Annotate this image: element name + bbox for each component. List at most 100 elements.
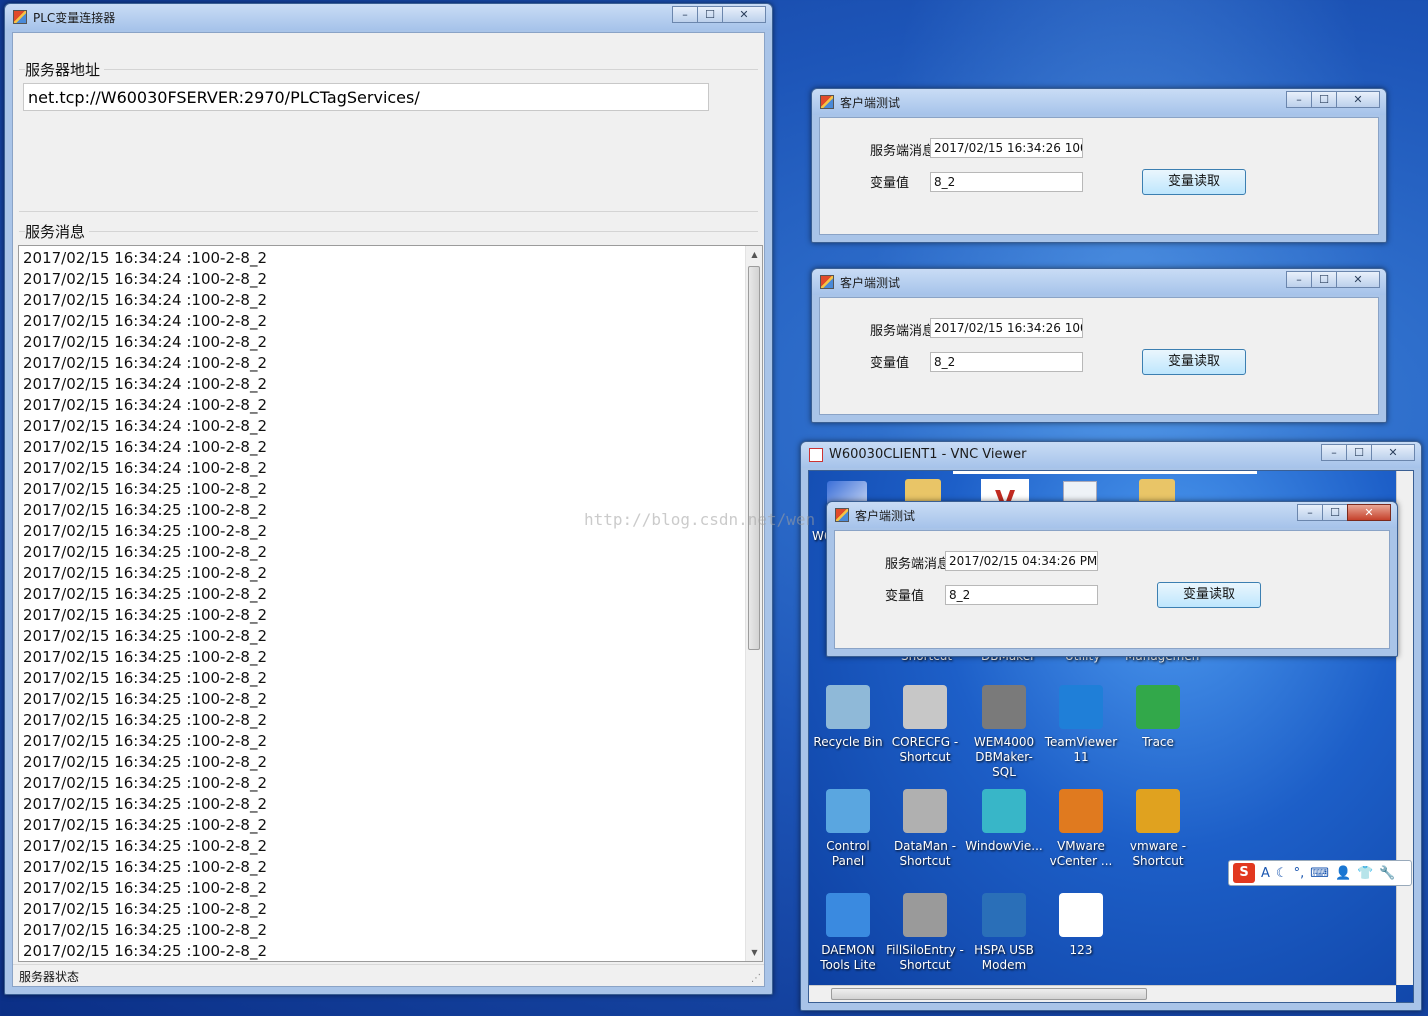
message-row: 2017/02/15 16:34:25 :100-2-8_2 — [23, 585, 267, 603]
close-button[interactable]: ✕ — [1336, 271, 1380, 288]
sogou-logo-icon[interactable]: S — [1233, 863, 1255, 883]
desktop-icon[interactable]: 123 — [1042, 893, 1120, 958]
close-button[interactable]: ✕ — [722, 6, 766, 23]
vmware-icon — [1136, 789, 1180, 833]
desktop-icon[interactable]: vmware - Shortcut — [1119, 789, 1197, 869]
resize-grip-icon[interactable]: ⋰ — [751, 973, 761, 984]
skin-icon[interactable]: 👕 — [1357, 866, 1373, 881]
desktop-icon[interactable]: WEM4000 DBMaker-SQL — [965, 685, 1043, 780]
minimize-button[interactable]: – — [1297, 504, 1323, 521]
client-test-window-1: 客户端测试 – ☐ ✕ 服务端消息 2017/02/15 16:34:26 10… — [811, 88, 1387, 243]
desktop-icon[interactable]: FillSiloEntry - Shortcut — [886, 893, 964, 973]
server-message-field[interactable]: 2017/02/15 16:34:26 100-2-8 — [930, 138, 1083, 158]
address-group-label: 服务器地址 — [25, 59, 105, 80]
read-variable-button[interactable]: 变量读取 — [1157, 582, 1261, 608]
minimize-button[interactable]: – — [1286, 271, 1312, 288]
message-row: 2017/02/15 16:34:24 :100-2-8_2 — [23, 417, 267, 435]
moon-icon[interactable]: ☾ — [1276, 866, 1288, 881]
wem4000-icon — [982, 685, 1026, 729]
keyboard-icon[interactable]: ⌨ — [1310, 866, 1329, 881]
messages-scrollbar[interactable]: ▲ ▼ — [745, 246, 762, 961]
minimize-button[interactable]: – — [1321, 444, 1347, 461]
desktop-icon-label: DAEMON Tools Lite — [820, 943, 876, 972]
desktop-icon[interactable]: TeamViewer 11 — [1042, 685, 1120, 765]
maximize-button[interactable]: ☐ — [1322, 504, 1348, 521]
plc-connector-window: PLC变量连接器 – ☐ ✕ 服务器地址 net.tcp://W60030FSE… — [4, 3, 773, 995]
server-address-input[interactable]: net.tcp://W60030FSERVER:2970/PLCTagServi… — [23, 83, 709, 111]
minimize-button[interactable]: – — [672, 6, 698, 23]
close-button[interactable]: ✕ — [1371, 444, 1415, 461]
message-row: 2017/02/15 16:34:25 :100-2-8_2 — [23, 921, 267, 939]
user-icon[interactable]: 👤 — [1335, 866, 1351, 881]
watermark: http://blog.csdn.net/wen — [584, 510, 816, 529]
messages-group-line — [19, 231, 758, 232]
minimize-button[interactable]: – — [1286, 91, 1312, 108]
variable-value-field[interactable]: 8_2 — [930, 352, 1083, 372]
server-message-field[interactable]: 2017/02/15 04:34:26 PM 100 — [945, 551, 1098, 571]
trace-icon — [1136, 685, 1180, 729]
text-file-icon — [1059, 893, 1103, 937]
message-row: 2017/02/15 16:34:25 :100-2-8_2 — [23, 795, 267, 813]
read-variable-button[interactable]: 变量读取 — [1142, 349, 1246, 375]
desktop-icon[interactable]: DataMan - Shortcut — [886, 789, 964, 869]
app-icon — [820, 95, 834, 109]
message-row: 2017/02/15 16:34:25 :100-2-8_2 — [23, 543, 267, 561]
main-window-title: PLC变量连接器 — [33, 11, 116, 25]
vnc-horizontal-scrollbar[interactable] — [809, 985, 1396, 1002]
message-row: 2017/02/15 16:34:25 :100-2-8_2 — [23, 711, 267, 729]
variable-value-field[interactable]: 8_2 — [930, 172, 1083, 192]
scroll-down-arrow[interactable]: ▼ — [746, 944, 762, 961]
variable-value-label: 变量值 — [885, 589, 925, 604]
message-row: 2017/02/15 16:34:25 :100-2-8_2 — [23, 690, 267, 708]
input-mode-icon[interactable]: A — [1261, 866, 1270, 881]
read-variable-button[interactable]: 变量读取 — [1142, 169, 1246, 195]
corecfg-icon — [903, 685, 947, 729]
maximize-button[interactable]: ☐ — [697, 6, 723, 23]
vnc-vertical-scrollbar[interactable] — [1396, 471, 1413, 985]
maximize-button[interactable]: ☐ — [1311, 271, 1337, 288]
desktop-icon[interactable]: HSPA USB Modem — [965, 893, 1043, 973]
maximize-button[interactable]: ☐ — [1346, 444, 1372, 461]
desktop-icon-label: 123 — [1069, 943, 1093, 957]
message-row: 2017/02/15 16:34:25 :100-2-8_2 — [23, 816, 267, 834]
desktop-icon[interactable]: DAEMON Tools Lite — [809, 893, 887, 973]
message-row: 2017/02/15 16:34:24 :100-2-8_2 — [23, 270, 267, 288]
desktop-icon[interactable]: Control Panel — [809, 789, 887, 869]
ime-toolbar[interactable]: S A ☾ °, ⌨ 👤 👕 🔧 — [1228, 860, 1412, 886]
desktop-icon[interactable]: WindowVie... — [965, 789, 1043, 854]
desktop-icon[interactable]: Recycle Bin — [809, 685, 887, 750]
maximize-button[interactable]: ☐ — [1311, 91, 1337, 108]
wrench-icon[interactable]: 🔧 — [1379, 866, 1395, 881]
message-row: 2017/02/15 16:34:25 :100-2-8_2 — [23, 732, 267, 750]
main-titlebar[interactable]: PLC变量连接器 – ☐ ✕ — [5, 4, 772, 30]
desktop-icon-label: VMware vCenter ... — [1049, 839, 1113, 868]
control-panel-icon — [826, 789, 870, 833]
scroll-up-arrow[interactable]: ▲ — [746, 246, 762, 263]
teamviewer-icon — [1059, 685, 1103, 729]
desktop-icon[interactable]: Trace — [1119, 685, 1197, 750]
desktop-icon[interactable]: VMware vCenter ... — [1042, 789, 1120, 869]
client-test-titlebar[interactable]: 客户端测试 – ☐ ✕ — [812, 269, 1386, 295]
hspa-modem-icon — [982, 893, 1026, 937]
close-button[interactable]: ✕ — [1347, 504, 1391, 521]
client-test-titlebar[interactable]: 客户端测试 – ☐ ✕ — [812, 89, 1386, 115]
server-message-field[interactable]: 2017/02/15 16:34:26 100-2-8 — [930, 318, 1083, 338]
close-button[interactable]: ✕ — [1336, 91, 1380, 108]
group-separator — [19, 211, 758, 212]
fillsilo-icon — [903, 893, 947, 937]
punctuation-icon[interactable]: °, — [1294, 866, 1305, 881]
message-row: 2017/02/15 16:34:25 :100-2-8_2 — [23, 774, 267, 792]
address-group-line — [19, 69, 758, 70]
scroll-thumb[interactable] — [748, 266, 760, 650]
server-status-text: 服务器状态 — [19, 970, 80, 984]
service-messages-list[interactable]: 2017/02/15 16:34:24 :100-2-8_2 2017/02/15… — [18, 245, 763, 962]
vnc-scroll-thumb[interactable] — [831, 988, 1147, 1000]
vnc-titlebar[interactable]: W60030CLIENT1 - VNC Viewer – ☐ ✕ — [801, 442, 1421, 468]
desktop-icon-label: vmware - Shortcut — [1129, 839, 1187, 868]
variable-value-field[interactable]: 8_2 — [945, 585, 1098, 605]
variable-value-label: 变量值 — [870, 356, 910, 371]
desktop-icon[interactable]: CORECFG - Shortcut — [886, 685, 964, 765]
client-test-titlebar[interactable]: 客户端测试 – ☐ ✕ — [827, 502, 1397, 528]
message-row: 2017/02/15 16:34:24 :100-2-8_2 — [23, 459, 267, 477]
app-icon — [13, 10, 27, 24]
